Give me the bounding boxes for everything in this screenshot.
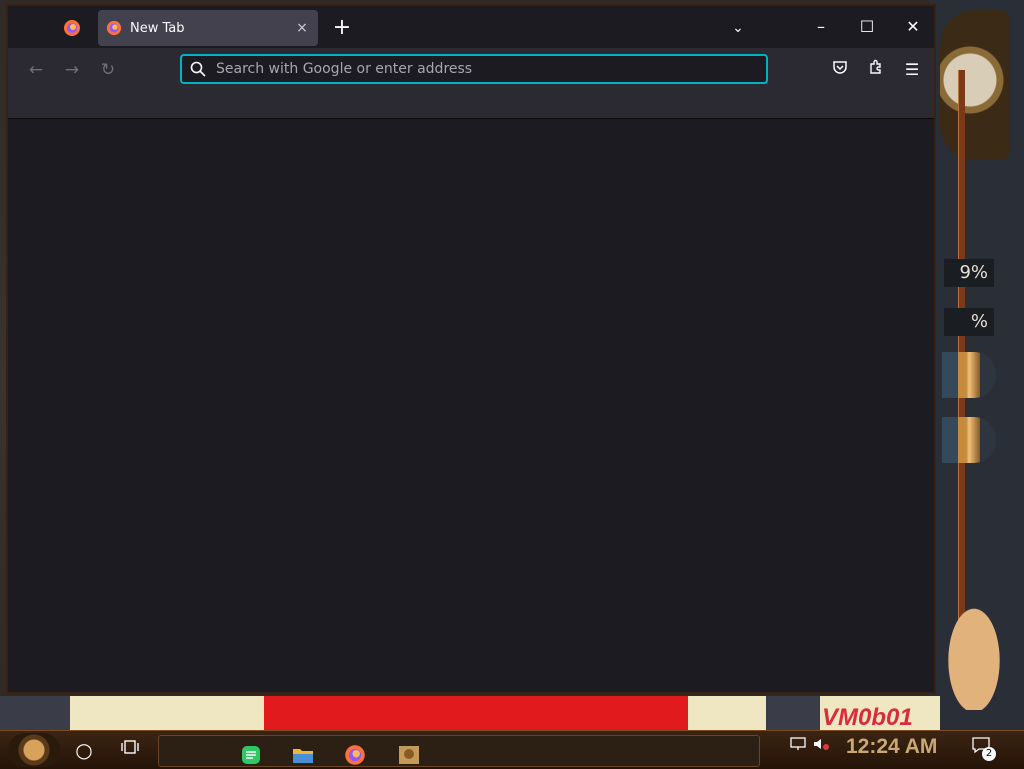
search-icon xyxy=(190,61,206,77)
notification-count-badge: 2 xyxy=(982,747,996,761)
browser-window: New Tab × + ⌄ – ☐ ✕ ← → ↻ Search with Go… xyxy=(6,4,936,694)
pocket-icon xyxy=(833,61,847,74)
tab-title: New Tab xyxy=(130,20,185,36)
network-icon[interactable] xyxy=(790,737,806,755)
start-button[interactable] xyxy=(8,733,60,767)
firefox-taskbar-button[interactable] xyxy=(339,741,371,769)
list-all-tabs-button[interactable]: ⌄ xyxy=(724,14,752,42)
reload-button[interactable]: ↻ xyxy=(94,56,122,84)
volume-muted-icon[interactable] xyxy=(813,737,829,755)
maximize-button[interactable]: ☐ xyxy=(844,6,890,48)
file-explorer-icon xyxy=(293,749,313,763)
new-tab-page-content xyxy=(8,119,934,692)
steampunk-knob-1 xyxy=(942,352,996,398)
tab-close-icon[interactable]: × xyxy=(290,20,314,36)
minimize-button[interactable]: – xyxy=(798,6,844,48)
tab-bar: New Tab × + ⌄ – ☐ ✕ xyxy=(8,6,934,48)
steampunk-clock-widget xyxy=(940,10,1010,160)
task-view-icon xyxy=(121,740,139,754)
new-tab-button[interactable]: + xyxy=(328,14,356,42)
close-window-button[interactable]: ✕ xyxy=(890,6,936,48)
task-view-button[interactable] xyxy=(116,735,144,765)
clock-time[interactable]: 12:24 AM xyxy=(846,735,937,759)
wallpaper-dark-block-left xyxy=(0,696,70,730)
gauge-cpu-readout: 9% xyxy=(944,259,994,287)
toolbox-icon xyxy=(399,746,419,764)
url-bar[interactable] xyxy=(180,54,768,84)
bookmarks-toolbar xyxy=(8,92,934,119)
extensions-icon xyxy=(870,59,881,74)
firefox-icon xyxy=(64,20,80,36)
firefox-view-button[interactable] xyxy=(52,12,92,44)
search-cortana-button[interactable]: ○ xyxy=(70,735,98,765)
pocket-button[interactable] xyxy=(826,56,854,84)
notes-app-icon xyxy=(242,746,260,764)
extensions-button[interactable] xyxy=(862,56,890,84)
navigation-toolbar: ← → ↻ ☰ xyxy=(8,48,934,92)
gauge-memory-readout: % xyxy=(944,308,994,336)
steampunk-knob-2 xyxy=(942,417,996,463)
firefox-icon xyxy=(345,745,365,765)
menu-button[interactable]: ☰ xyxy=(898,56,926,84)
back-button[interactable]: ← xyxy=(22,56,50,84)
address-input[interactable] xyxy=(214,60,766,78)
wallpaper-red-block xyxy=(264,696,688,730)
taskbar-apps-panel xyxy=(158,735,760,767)
hamster-image xyxy=(944,600,1004,710)
file-explorer-button[interactable] xyxy=(287,741,319,769)
steampunk-pipe xyxy=(958,70,965,630)
notes-app-button[interactable] xyxy=(235,741,267,769)
toolbox-button[interactable] xyxy=(393,741,425,769)
tab-new-tab[interactable]: New Tab × xyxy=(98,10,318,46)
vm-watermark: VM0b01 xyxy=(822,704,913,731)
wallpaper-dark-block-right xyxy=(766,696,820,730)
taskbar: ○ 12:24 AM 2 xyxy=(0,730,1024,769)
firefox-icon xyxy=(106,20,122,36)
forward-button[interactable]: → xyxy=(58,56,86,84)
